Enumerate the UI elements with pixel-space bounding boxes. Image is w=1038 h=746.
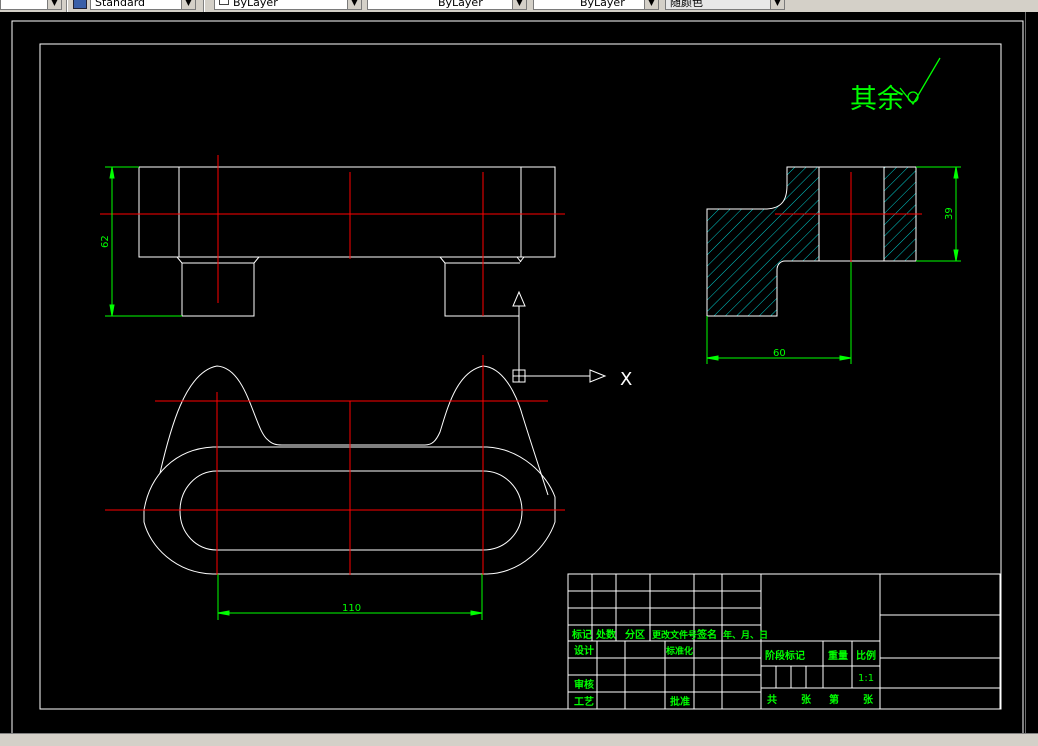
layer-dropdown[interactable]: ByLayer ▼ bbox=[214, 0, 362, 10]
lineweight-value: ByLayer bbox=[580, 0, 625, 9]
section-hatch-left bbox=[707, 167, 819, 316]
color-swatch-icon bbox=[219, 0, 229, 5]
tb-design-label: 设计 bbox=[574, 644, 594, 657]
dim-side-height: 39 bbox=[944, 207, 955, 220]
sheet-outer-border bbox=[11, 20, 1024, 735]
roughness-note: 其余 bbox=[850, 57, 941, 115]
title-block-text: 标记 处数 分区 更改文件号 签名 年、月、日 设计 标准化 审核 工艺 批准 … bbox=[571, 628, 876, 708]
dim-front-height: 62 bbox=[100, 235, 111, 248]
tb-scale-label: 比例 bbox=[856, 649, 876, 662]
color-value: 随颜色 bbox=[670, 0, 703, 9]
tb-review-label: 审核 bbox=[574, 678, 594, 691]
tb-sheet-no-label: 第 bbox=[829, 693, 839, 706]
text-style-value: Standard bbox=[95, 0, 146, 9]
tb-total-label: 共 bbox=[767, 693, 777, 706]
left-dropdown[interactable]: ▼ bbox=[0, 0, 62, 10]
tb-count-label: 处数 bbox=[595, 628, 617, 641]
layer-value: ByLayer bbox=[233, 0, 278, 9]
chevron-down-icon[interactable]: ▼ bbox=[644, 0, 658, 9]
tb-date-label: 年、月、日 bbox=[723, 629, 768, 641]
tb-approve-label: 批准 bbox=[670, 695, 690, 708]
chevron-down-icon[interactable]: ▼ bbox=[47, 0, 61, 9]
text-style-icon[interactable] bbox=[73, 0, 87, 9]
toolbar-separator bbox=[66, 0, 68, 12]
dim-side-width: 60 bbox=[773, 348, 786, 359]
dim-plan-length: 110 bbox=[342, 603, 361, 614]
side-view: 39 60 bbox=[706, 166, 961, 364]
ucs-x-label: X bbox=[620, 369, 632, 390]
vertical-scrollbar[interactable] bbox=[1025, 12, 1038, 734]
tb-stage-mark-label: 阶段标记 bbox=[765, 649, 805, 662]
roughness-symbol-icon bbox=[899, 57, 941, 106]
toolbar-separator bbox=[203, 0, 205, 12]
tb-change-doc-label: 更改文件号 bbox=[652, 629, 697, 641]
tb-sheet-label: 张 bbox=[863, 693, 874, 706]
tb-weight-label: 重量 bbox=[828, 649, 848, 662]
chevron-down-icon[interactable]: ▼ bbox=[770, 0, 784, 9]
linetype-dropdown[interactable]: ByLayer ▼ bbox=[367, 0, 527, 10]
plan-lug-outline bbox=[159, 365, 549, 496]
color-dropdown[interactable]: 随颜色 ▼ bbox=[665, 0, 785, 10]
tb-sheets-label: 张 bbox=[801, 693, 812, 706]
linetype-value: ByLayer bbox=[438, 0, 483, 9]
status-bar bbox=[0, 733, 1038, 746]
chevron-down-icon[interactable]: ▼ bbox=[181, 0, 195, 9]
chevron-down-icon[interactable]: ▼ bbox=[512, 0, 526, 9]
tb-standardize-label: 标准化 bbox=[665, 645, 693, 657]
front-view-body bbox=[138, 166, 556, 258]
drawing-canvas[interactable]: 其余 62 X 110 39 60 标记 处数 分区 更改文件号 签名 年、月、… bbox=[0, 12, 1038, 735]
text-style-dropdown[interactable]: Standard ▼ bbox=[90, 0, 196, 10]
lineweight-dropdown[interactable]: ByLayer ▼ bbox=[533, 0, 659, 10]
front-view: 62 bbox=[100, 155, 565, 317]
tb-zone-label: 分区 bbox=[625, 628, 645, 641]
ucs-icon bbox=[512, 290, 607, 383]
tb-scale-value: 1:1 bbox=[858, 673, 874, 684]
plan-view: 110 bbox=[105, 355, 565, 620]
title-block bbox=[567, 573, 1001, 710]
roughness-label: 其余 bbox=[850, 84, 904, 115]
chevron-down-icon[interactable]: ▼ bbox=[347, 0, 361, 9]
tb-process-label: 工艺 bbox=[574, 695, 594, 708]
tb-mark-label: 标记 bbox=[571, 628, 592, 641]
tb-signature-label: 签名 bbox=[696, 628, 717, 641]
